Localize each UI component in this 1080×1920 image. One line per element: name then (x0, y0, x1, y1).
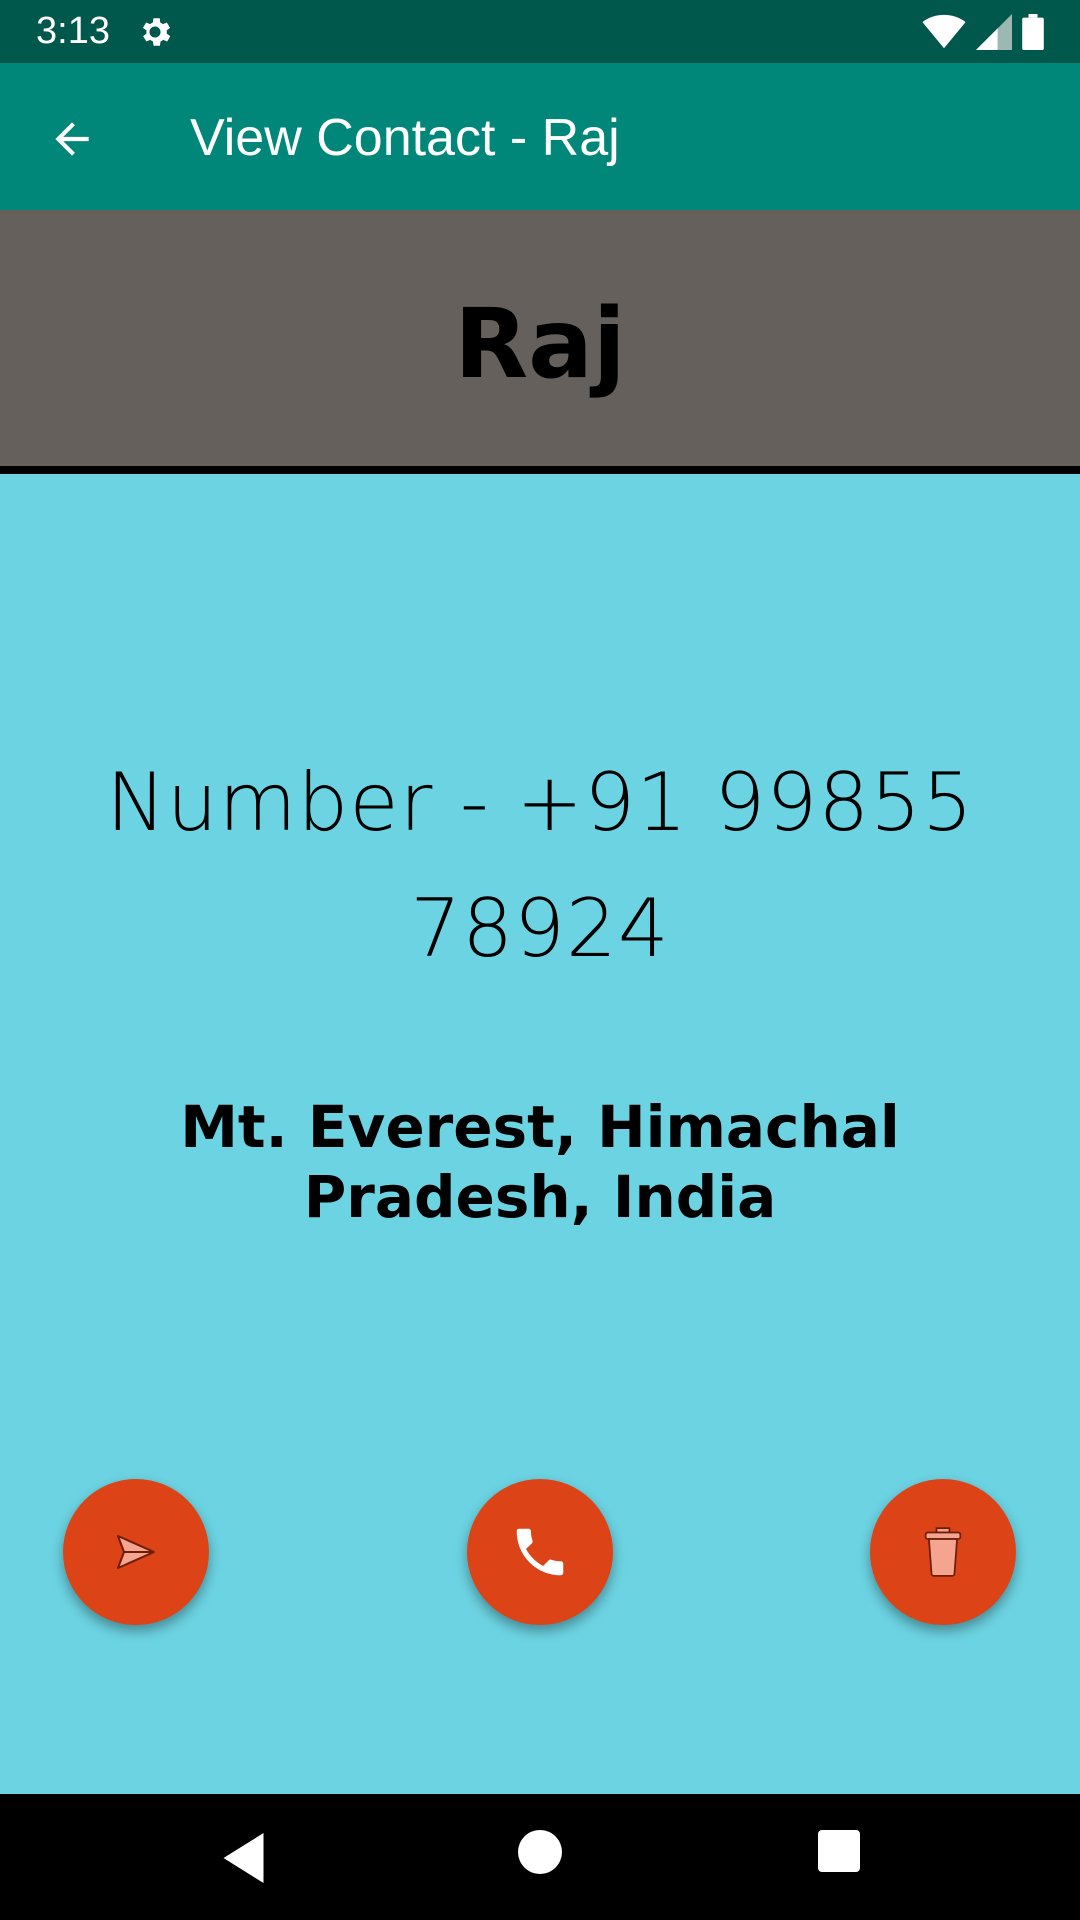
status-time: 3:13 (36, 10, 110, 52)
contact-address: Mt. Everest, Himachal Pradesh, India (180, 1093, 900, 1231)
trash-icon (924, 1527, 962, 1577)
nav-back-icon[interactable] (216, 1828, 276, 1888)
page-title: View Contact - Raj (190, 109, 620, 167)
status-bar: 3:13 (0, 0, 1080, 63)
phone-icon (516, 1528, 564, 1576)
banner-divider (0, 466, 1080, 474)
signal-icon (976, 14, 1012, 50)
send-icon (117, 1535, 155, 1569)
system-nav-bar (0, 1794, 1080, 1920)
send-message-button[interactable] (63, 1479, 209, 1625)
battery-icon (1022, 14, 1044, 50)
contact-number: Number - +91 99855 78924 (106, 756, 974, 975)
contact-name: Raj (454, 288, 626, 400)
app-bar: View Contact - Raj (0, 63, 1080, 210)
delete-contact-button[interactable] (870, 1479, 1016, 1625)
contact-name-banner: Raj (0, 210, 1080, 468)
nav-home-icon[interactable] (518, 1830, 562, 1874)
back-button[interactable] (36, 103, 108, 175)
nav-recents-icon[interactable] (818, 1830, 860, 1872)
arrow-left-icon (55, 122, 89, 156)
wifi-icon (922, 14, 966, 49)
call-button[interactable] (467, 1479, 613, 1625)
status-icons (922, 12, 1044, 52)
settings-icon (142, 18, 171, 46)
